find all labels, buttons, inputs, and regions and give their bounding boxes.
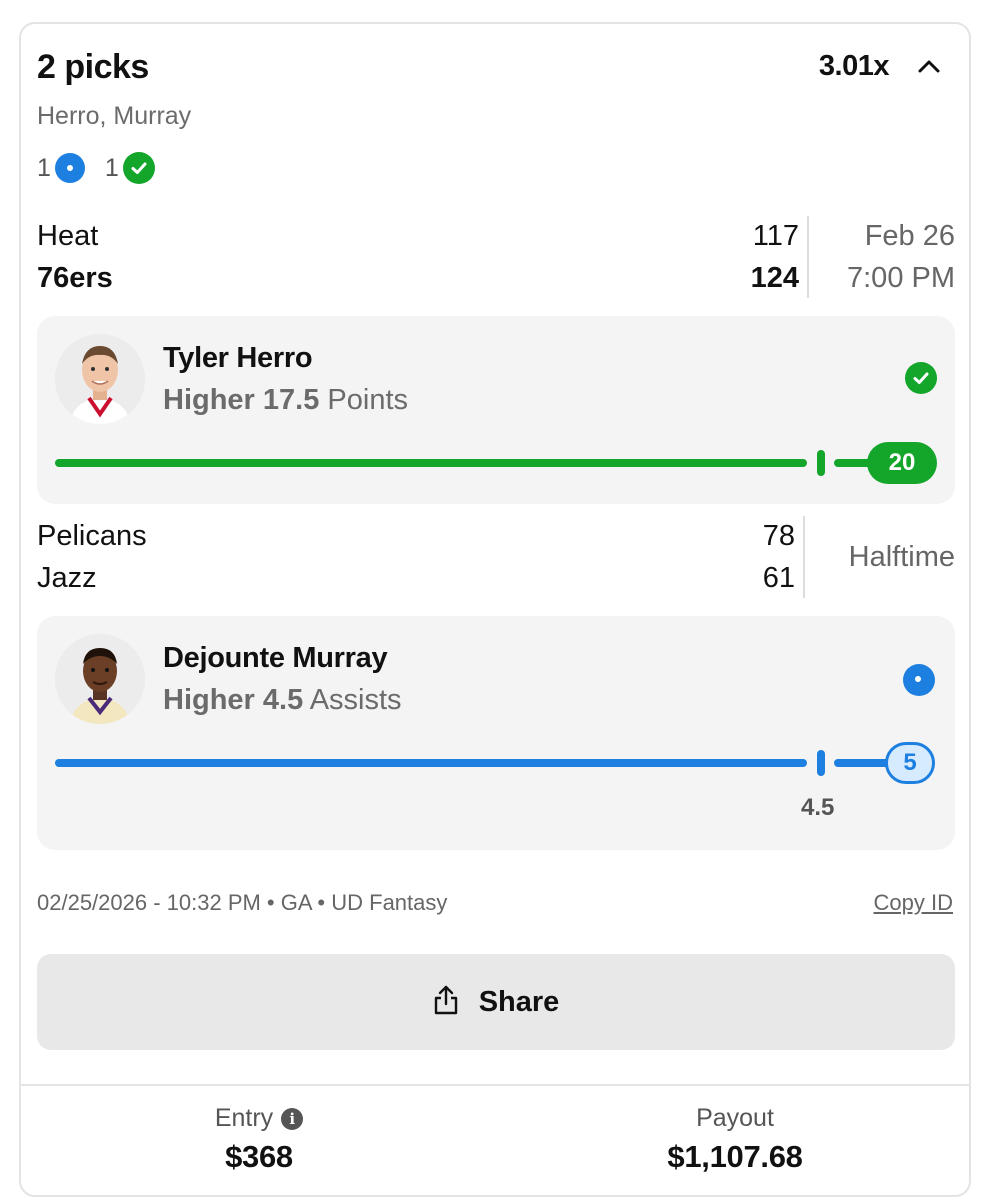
current-value-badge: 5: [885, 742, 935, 784]
live-status-icon: [54, 153, 85, 183]
game-status: Halftime: [848, 541, 955, 573]
won-count: 1: [105, 152, 155, 184]
pick-card-tyler-herro[interactable]: Tyler Herro Higher 17.5 Points 20: [37, 316, 955, 504]
pick-line: Higher 4.5 Assists: [163, 684, 402, 716]
team-score: 117: [752, 220, 799, 252]
share-icon: [433, 984, 459, 1021]
team-name: Jazz: [37, 562, 97, 594]
check-icon: [905, 362, 937, 394]
pending-count: 1: [37, 153, 85, 183]
divider: [803, 516, 805, 598]
entry-summary: Entry i $368: [21, 1104, 497, 1175]
live-status-icon: [903, 664, 935, 696]
multiplier: 3.01x: [818, 50, 890, 82]
progress-bar-tail: [834, 759, 890, 767]
line-marker: [817, 750, 825, 776]
entry-value: $368: [225, 1139, 293, 1174]
entry-label: Entry: [214, 1104, 274, 1132]
divider: [807, 216, 809, 298]
players-summary: Herro, Murray: [37, 102, 192, 130]
copy-id-link[interactable]: Copy ID: [874, 890, 953, 916]
line-marker: [817, 450, 825, 476]
progress-bar: [55, 459, 807, 467]
team-name: Heat: [37, 220, 99, 252]
share-label: Share: [478, 985, 560, 1018]
team-score: 78: [762, 520, 795, 552]
game-pelicans-jazz: Pelicans Jazz 78 61 Halftime: [37, 516, 955, 602]
share-button[interactable]: Share: [37, 954, 955, 1050]
entry-card: 2 picks 3.01x Herro, Murray 1 1 Heat 76e…: [19, 22, 971, 1197]
check-icon: [122, 152, 155, 184]
entry-meta: 02/25/2026 - 10:32 PM • GA • UD Fantasy: [37, 890, 448, 915]
team-name: 76ers: [37, 262, 113, 294]
current-value-badge: 20: [867, 442, 937, 484]
progress-bar: [55, 759, 807, 767]
player-avatar: [55, 334, 145, 424]
game-date: Feb 26: [864, 220, 955, 252]
line-value-label: 4.5: [801, 794, 835, 821]
player-name: Dejounte Murray: [163, 642, 388, 674]
pick-card-dejounte-murray[interactable]: Dejounte Murray Higher 4.5 Assists 5 4.5: [37, 616, 955, 850]
payout-summary: Payout $1,107.68: [497, 1104, 969, 1175]
team-score: 61: [762, 562, 795, 594]
info-icon[interactable]: i: [281, 1107, 304, 1130]
game-time: 7:00 PM: [847, 262, 955, 294]
payout-label: Payout: [696, 1104, 774, 1132]
pick-status-counts: 1 1: [37, 152, 155, 184]
game-heat-76ers: Heat 76ers 117 124 Feb 26 7:00 PM: [37, 216, 955, 302]
player-avatar: [55, 634, 145, 724]
entry-title: 2 picks: [37, 48, 149, 86]
pick-line: Higher 17.5 Points: [163, 384, 409, 416]
team-score: 124: [750, 262, 799, 294]
payout-value: $1,107.68: [667, 1139, 803, 1174]
chevron-up-icon[interactable]: [914, 52, 944, 82]
player-name: Tyler Herro: [163, 342, 313, 374]
team-name: Pelicans: [37, 520, 147, 552]
divider: [21, 1084, 969, 1086]
